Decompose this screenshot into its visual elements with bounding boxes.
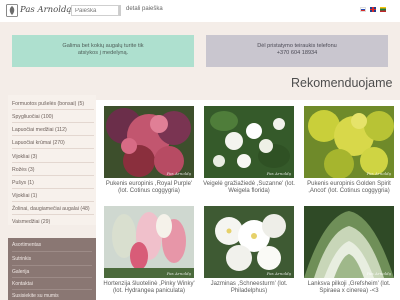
notice-green-line: Galima bet kokių augalų turite tik <box>62 43 144 49</box>
product-caption[interactable]: Veigelė gražiažiedė ,Suzanne' (lot. Weig… <box>201 181 297 195</box>
product-caption[interactable]: Pukenis europinis Golden Spirit ,Ancot' … <box>301 181 397 195</box>
notice-gray-line: +370 604 18934 <box>276 50 318 56</box>
divider <box>12 214 94 215</box>
category-list: Formuotos pušelės (bonsai) (5) Spygliuoč… <box>8 95 96 225</box>
watermark: Pas Arnoldą <box>166 171 191 176</box>
category-item[interactable]: Vaismedžiai (29) <box>12 219 94 225</box>
watermark: Pas Arnoldą <box>266 171 291 176</box>
divider <box>12 265 92 266</box>
divider <box>12 289 92 290</box>
logo[interactable]: Pas Arnoldą <box>6 3 72 19</box>
category-item[interactable]: Formuotos pušelės (bonsai) (5) <box>12 101 94 107</box>
category-item[interactable]: Spygliuočiai (100) <box>12 114 94 120</box>
language-selector <box>360 7 386 13</box>
flag-lt-icon[interactable] <box>380 7 386 12</box>
section-title: Rekomenduojame <box>291 76 393 90</box>
product-image[interactable]: Pas Arnoldą <box>204 106 294 178</box>
flag-en-icon[interactable] <box>370 7 376 12</box>
product-image[interactable]: Pas Arnoldą <box>104 206 194 278</box>
watermark: Pas Arnoldą <box>166 271 191 276</box>
watermark: Pas Arnoldą <box>266 271 291 276</box>
search-button[interactable] <box>119 5 121 16</box>
category-item[interactable]: Lapuočiai medžiai (112) <box>12 127 94 133</box>
menu-item[interactable]: Susisiekite su mumis <box>12 293 59 299</box>
product-image[interactable]: Pas Arnoldą <box>304 206 394 278</box>
brand-name: Pas Arnoldą <box>20 5 72 15</box>
product-caption[interactable]: Jazminas ,Schneesturm' (lot. Philadelphu… <box>201 281 297 295</box>
watermark: Pas Arnoldą <box>366 271 391 276</box>
flag-ru-icon[interactable] <box>360 7 366 12</box>
product-image[interactable]: Pas Arnoldą <box>104 106 194 178</box>
product-image[interactable]: Pas Arnoldą <box>304 106 394 178</box>
product-caption[interactable]: Hortenzija šluotelinė ,Pinky Winky' (lot… <box>101 281 197 295</box>
divider <box>12 109 94 110</box>
category-item[interactable]: Rožės (3) <box>12 167 94 173</box>
leaf-icon <box>6 4 18 17</box>
menu-item[interactable]: Galerija <box>12 269 29 275</box>
product-caption[interactable]: Pukenis europinis ,Royal Purple' (lot. C… <box>101 181 197 195</box>
category-item[interactable]: Pušys (1) <box>12 180 94 186</box>
divider <box>12 148 94 149</box>
header: Pas Arnoldą detali paieška <box>0 0 400 22</box>
divider <box>12 251 92 252</box>
menu-item[interactable]: Asortimentas <box>12 242 41 248</box>
category-item[interactable]: Žolinai, daugiamečiai augalai (48) <box>12 206 94 212</box>
divider <box>12 135 94 136</box>
menu-item[interactable]: Sutrinkis <box>12 256 31 262</box>
product-caption[interactable]: Lanksva pilkoji ,Grefsheim' (lot. Spirae… <box>301 281 397 295</box>
notice-green-line: atsiykos į medelyną. <box>77 50 129 56</box>
divider <box>12 201 94 202</box>
side-menu: Asortimentas Sutrinkis Galerija Kontakta… <box>8 238 96 300</box>
divider <box>12 162 94 163</box>
notice-gray-line: Dėl pristatymo teiraukis telefonu <box>257 43 337 49</box>
notice-green: Galima bet kokių augalų turite tik atsiy… <box>12 35 194 67</box>
divider <box>12 122 94 123</box>
divider <box>12 277 92 278</box>
menu-item[interactable]: Kontaktai <box>12 281 33 287</box>
watermark: Pas Arnoldą <box>366 171 391 176</box>
divider <box>12 175 94 176</box>
search-input[interactable] <box>71 5 119 16</box>
divider <box>12 188 94 189</box>
category-item[interactable]: Lapuočiai krūmai (270) <box>12 140 94 146</box>
advanced-search-link[interactable]: detali paieška <box>126 6 163 12</box>
product-image[interactable]: Pas Arnoldą <box>204 206 294 278</box>
category-item[interactable]: Vijokliai (3) <box>12 154 94 160</box>
category-item[interactable]: Vijokliai (1) <box>12 193 94 199</box>
notice-gray: Dėl pristatymo teiraukis telefonu +370 6… <box>206 35 388 67</box>
